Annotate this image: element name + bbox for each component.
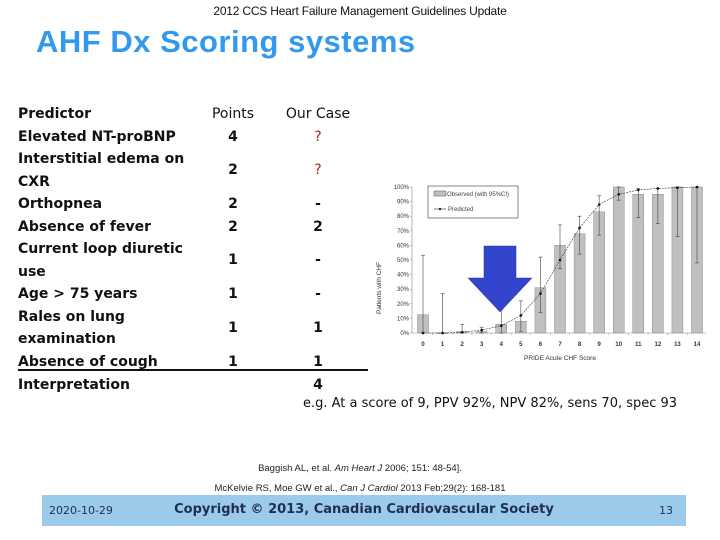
predicted-point	[656, 187, 660, 190]
predicted-point	[460, 330, 464, 334]
x-tick-label: 0	[421, 342, 425, 348]
x-tick-label: 9	[597, 342, 601, 348]
predictor-label: Rales on lung examination	[18, 308, 125, 348]
y-tick-label: 60%	[397, 243, 410, 249]
predicted-point	[421, 331, 425, 335]
x-tick-label: 6	[539, 342, 543, 348]
points-value: 1	[228, 286, 238, 302]
y-tick-label: 20%	[397, 302, 410, 308]
interpretation-label: Interpretation	[18, 377, 130, 393]
y-tick-label: 70%	[397, 229, 410, 235]
points-value: 2	[228, 162, 238, 179]
x-tick-label: 5	[519, 342, 523, 348]
y-tick-label: 90%	[397, 200, 410, 206]
interpretation-case-total: 4	[313, 377, 323, 393]
y-tick-label: 30%	[397, 287, 410, 293]
points-value: 1	[228, 252, 238, 269]
our-case-value: 1	[313, 319, 323, 336]
predicted-point	[519, 314, 523, 317]
predictor-label: Absence of fever	[18, 218, 152, 235]
x-tick-label: 4	[500, 342, 504, 348]
predictor-label: Current loop diuretic use	[18, 241, 183, 280]
footer-bar: 2020-10-29 Copyright © 2013, Canadian Ca…	[42, 495, 686, 526]
y-tick-label: 100%	[394, 185, 410, 191]
reference-1: Baggish AL, et al. Am Heart J 2006; 151:…	[258, 463, 462, 474]
x-tick-label: 1	[441, 342, 445, 348]
x-tick-label: 14	[694, 342, 701, 348]
x-tick-label: 3	[480, 342, 484, 348]
x-tick-label: 10	[615, 342, 622, 348]
predicted-point	[695, 185, 699, 189]
predictor-label: Age > 75 years	[18, 286, 138, 302]
predicted-point	[597, 203, 601, 206]
our-case-value: ?	[314, 128, 322, 145]
x-tick-label: 12	[655, 342, 662, 348]
table-row: Orthopnea 2 -	[18, 193, 370, 216]
predictor-label: Interstitial edema on CXR	[18, 151, 185, 190]
table-row: Rales on lung examination 1 1	[18, 306, 370, 351]
chart-legend: Observed (with 95%CI) Predicted	[427, 185, 519, 219]
table-divider	[18, 369, 368, 371]
legend-line-marker	[438, 207, 442, 211]
predicted-point	[499, 324, 503, 327]
points-value: 2	[228, 218, 238, 235]
our-case-value: -	[315, 196, 321, 212]
predicted-point	[578, 226, 581, 230]
column-header-points: Points	[211, 106, 255, 122]
table-row: Absence of fever 2 2	[18, 216, 370, 239]
references: Baggish AL, et al. Am Heart J 2006; 151:…	[0, 459, 720, 499]
predicted-point	[636, 188, 640, 192]
table-row: Current loop diuretic use 1 -	[18, 238, 370, 283]
interpretation-row: Interpretation 4	[18, 374, 370, 397]
x-tick-label: 11	[635, 342, 642, 348]
legend-predicted: Predicted	[448, 207, 473, 213]
y-tick-label: 0%	[400, 331, 409, 337]
pride-chart: 0%10%20%30%40%50%60%70%80%90%100%0 1 2 3 4 5 6…	[376, 185, 706, 362]
our-case-value: 2	[313, 218, 323, 235]
our-case-value: ?	[314, 162, 322, 179]
scoring-table: Predictor Points Our Case Elevated NT-pr…	[18, 103, 370, 397]
table-row: Elevated NT-proBNP 4?	[18, 126, 370, 149]
page-number: 13	[659, 504, 673, 517]
points-value: 1	[228, 319, 238, 336]
predicted-point	[441, 331, 444, 335]
predictor-label: Elevated NT-proBNP	[18, 128, 176, 145]
y-tick-label: 80%	[397, 214, 410, 220]
table-header-row: Predictor Points Our Case	[18, 103, 370, 126]
column-header-predictor: Predictor	[18, 106, 91, 122]
legend-bar-swatch	[433, 190, 447, 197]
x-tick-label: 8	[578, 342, 582, 348]
predicted-point	[558, 258, 562, 262]
predicted-point	[676, 186, 679, 190]
chart-y-axis-label: Patients with CHF	[376, 262, 383, 314]
chart-x-axis-label: PRIDE Acute CHF Score	[524, 355, 596, 362]
our-case-value: -	[315, 286, 321, 302]
down-arrow-icon	[467, 245, 533, 313]
table-row: Age > 75 years 1 -	[18, 283, 370, 306]
predicted-point	[480, 328, 484, 332]
y-tick-label: 10%	[397, 316, 410, 322]
predicted-point	[617, 193, 621, 196]
x-tick-label: 13	[674, 342, 681, 348]
slide-title: AHF Dx Scoring systems	[36, 24, 416, 59]
predicted-point	[539, 292, 542, 295]
observed-bar	[613, 186, 625, 334]
x-tick-label: 7	[558, 342, 562, 348]
our-case-value: -	[315, 252, 321, 269]
column-header-case: Our Case	[285, 106, 351, 122]
footer-copyright: Copyright © 2013, Canadian Cardiovascula…	[174, 502, 554, 517]
example-text: e.g. At a score of 9, PPV 92%, NPV 82%, …	[303, 396, 678, 411]
points-value: 2	[228, 196, 238, 212]
y-tick-label: 40%	[397, 273, 410, 279]
points-value: 4	[228, 128, 238, 145]
legend-observed: Observed (with 95%CI)	[447, 192, 509, 198]
x-tick-label: 2	[460, 342, 464, 348]
y-tick-label: 50%	[397, 258, 410, 264]
header-title: 2012 CCS Heart Failure Management Guidel…	[213, 4, 507, 18]
predictor-label: Orthopnea	[18, 196, 103, 212]
table-row: Interstitial edema on CXR 2?	[18, 148, 370, 193]
